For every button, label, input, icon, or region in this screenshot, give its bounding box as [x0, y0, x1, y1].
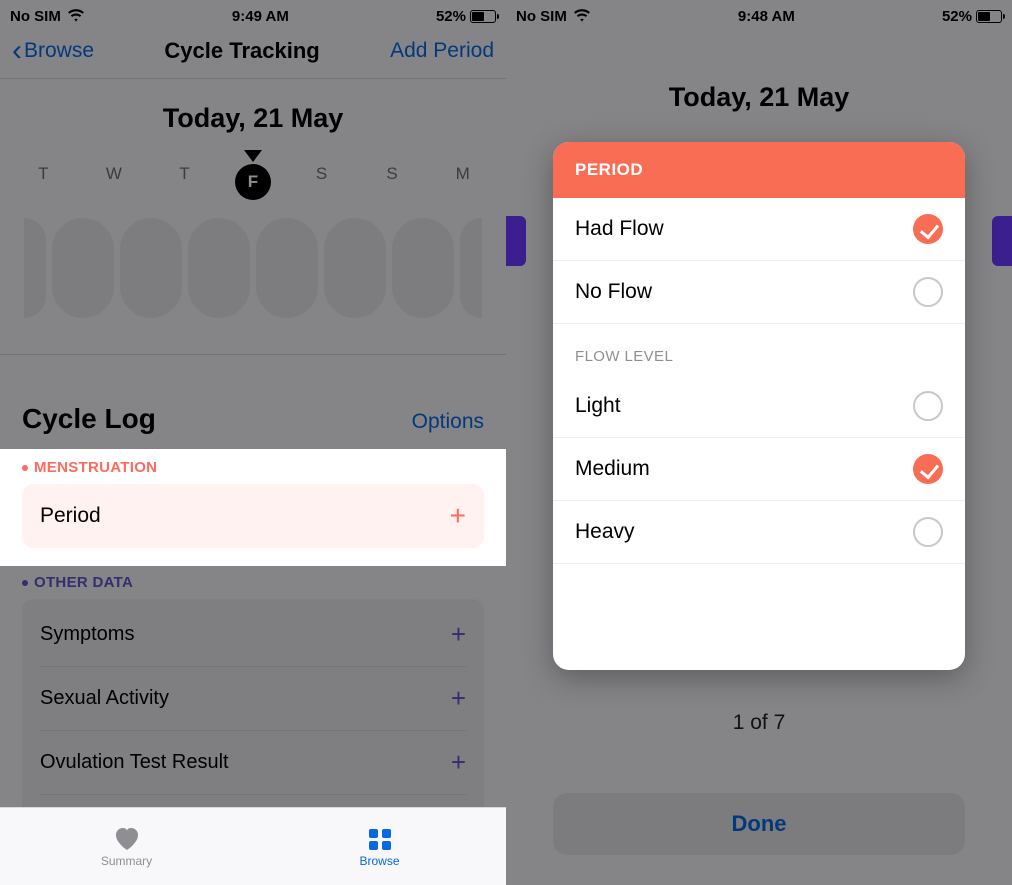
- flow-level-label: FLOW LEVEL: [553, 324, 965, 375]
- day-blob[interactable]: [24, 218, 46, 318]
- option-medium[interactable]: Medium: [553, 438, 965, 501]
- dot-icon: [22, 465, 28, 471]
- menstruation-section: MENSTRUATION Period +: [0, 449, 506, 566]
- radio-icon[interactable]: [913, 517, 943, 547]
- battery-pct: 52%: [436, 8, 466, 25]
- period-row[interactable]: Period +: [22, 484, 484, 548]
- grid-icon: [365, 826, 395, 852]
- weekday[interactable]: T: [23, 164, 63, 200]
- weekday-selected[interactable]: F: [235, 164, 271, 200]
- plus-icon[interactable]: +: [451, 619, 466, 650]
- other-data-label: OTHER DATA: [22, 574, 484, 591]
- page-title: Cycle Tracking: [164, 38, 319, 64]
- pager-label: 1 of 7: [506, 675, 1012, 735]
- options-button[interactable]: Options: [412, 410, 484, 434]
- tab-browse[interactable]: Browse: [253, 808, 506, 885]
- day-blob[interactable]: [120, 218, 182, 318]
- tab-bar: Summary Browse: [0, 807, 506, 885]
- radio-checked-icon[interactable]: [913, 214, 943, 244]
- triangle-down-icon: [244, 150, 262, 162]
- list-item[interactable]: Ovulation Test Result +: [40, 731, 466, 795]
- day-blob[interactable]: [188, 218, 250, 318]
- clock: 9:49 AM: [232, 8, 289, 25]
- date-header: Today, 21 May: [0, 79, 506, 150]
- modal-title: PERIOD: [553, 142, 965, 198]
- done-button[interactable]: Done: [553, 793, 965, 855]
- option-had-flow[interactable]: Had Flow: [553, 198, 965, 261]
- menstruation-label: MENSTRUATION: [22, 459, 484, 476]
- radio-icon[interactable]: [913, 277, 943, 307]
- radio-icon[interactable]: [913, 391, 943, 421]
- plus-icon[interactable]: +: [451, 683, 466, 714]
- dot-icon: [22, 580, 28, 586]
- chevron-left-icon: ‹: [12, 41, 22, 61]
- option-no-flow[interactable]: No Flow: [553, 261, 965, 324]
- day-blob[interactable]: [324, 218, 386, 318]
- plus-icon[interactable]: +: [450, 500, 466, 532]
- screen-right: No SIM 9:48 AM 52% Today, 21 May PERIOD …: [506, 0, 1012, 885]
- option-heavy[interactable]: Heavy: [553, 501, 965, 564]
- day-blob[interactable]: [52, 218, 114, 318]
- period-modal: PERIOD Had Flow No Flow FLOW LEVEL Light…: [553, 142, 965, 670]
- next-page-pill[interactable]: [992, 216, 1012, 266]
- list-item[interactable]: Symptoms +: [40, 603, 466, 667]
- date-header: Today, 21 May: [506, 28, 1012, 129]
- tab-summary[interactable]: Summary: [0, 808, 253, 885]
- day-blob[interactable]: [392, 218, 454, 318]
- battery-icon: [470, 10, 496, 23]
- battery-pct: 52%: [942, 8, 972, 25]
- carrier-label: No SIM: [516, 8, 567, 25]
- day-blob[interactable]: [256, 218, 318, 318]
- weekday[interactable]: W: [94, 164, 134, 200]
- screen-left: No SIM 9:49 AM 52% ‹ Browse Cycle Tracki…: [0, 0, 506, 885]
- weekday[interactable]: M: [443, 164, 483, 200]
- period-label: Period: [40, 504, 101, 528]
- clock: 9:48 AM: [738, 8, 795, 25]
- option-light[interactable]: Light: [553, 375, 965, 438]
- heart-icon: [112, 826, 142, 852]
- week-strip[interactable]: T W T F S S M: [0, 150, 506, 355]
- cycle-log-title: Cycle Log: [22, 403, 156, 435]
- carrier-label: No SIM: [10, 8, 61, 25]
- radio-checked-icon[interactable]: [913, 454, 943, 484]
- status-bar: No SIM 9:49 AM 52%: [0, 0, 506, 28]
- weekday[interactable]: S: [302, 164, 342, 200]
- back-label: Browse: [24, 39, 94, 63]
- day-blob[interactable]: [460, 218, 482, 318]
- prev-page-pill[interactable]: [506, 216, 526, 266]
- back-button[interactable]: ‹ Browse: [12, 39, 94, 63]
- weekday[interactable]: S: [372, 164, 412, 200]
- plus-icon[interactable]: +: [451, 747, 466, 778]
- wifi-icon: [573, 9, 591, 23]
- navbar: ‹ Browse Cycle Tracking Add Period: [0, 28, 506, 79]
- list-item[interactable]: Sexual Activity +: [40, 667, 466, 731]
- weekday[interactable]: T: [164, 164, 204, 200]
- battery-icon: [976, 10, 1002, 23]
- add-period-button[interactable]: Add Period: [390, 39, 494, 63]
- wifi-icon: [67, 9, 85, 23]
- status-bar: No SIM 9:48 AM 52%: [506, 0, 1012, 28]
